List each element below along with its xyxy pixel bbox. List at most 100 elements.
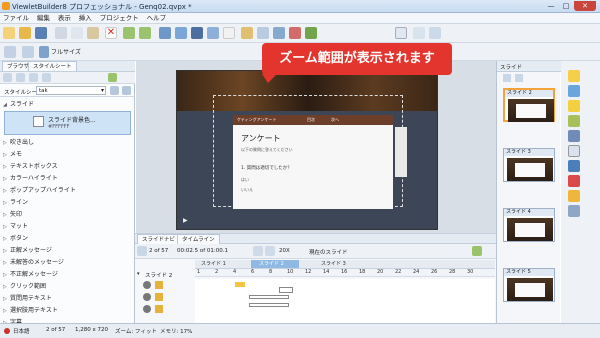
list-view-icon[interactable] — [22, 46, 34, 58]
check-icon[interactable] — [305, 27, 317, 39]
menu-view[interactable]: 表示 — [55, 13, 74, 24]
button-insert-icon[interactable] — [568, 160, 580, 172]
zoom-in-icon[interactable] — [265, 246, 275, 256]
position-label[interactable]: 現在のスライド — [309, 248, 348, 256]
timeline-settings-icon[interactable] — [472, 246, 482, 256]
zoom-level[interactable]: 20X — [279, 248, 290, 254]
menu-edit[interactable]: 編集 — [34, 13, 53, 24]
card-option[interactable]: はい — [241, 177, 249, 183]
help-icon[interactable] — [429, 27, 441, 39]
card-side-controls[interactable] — [395, 127, 407, 177]
stylesheet-edit-icon[interactable] — [110, 86, 119, 95]
timeline-tracks[interactable] — [195, 279, 495, 323]
tree-item[interactable]: ▷ 質問用テキスト — [0, 293, 130, 305]
eye-icon[interactable] — [143, 293, 151, 301]
arrow-insert-icon[interactable] — [568, 115, 580, 127]
dropdown-icon[interactable] — [413, 27, 425, 39]
lock-icon[interactable] — [155, 293, 163, 301]
tree-item[interactable]: ▷ 正解メッセージ — [0, 245, 130, 257]
slide-thumbnail[interactable]: スライド 2 — [503, 88, 555, 122]
apply-style-icon[interactable] — [42, 73, 51, 82]
menu-insert[interactable]: 挿入 — [76, 13, 95, 24]
tree-item[interactable]: ▷ 吹き出し — [0, 137, 130, 149]
thumbnail-size-icon[interactable] — [503, 74, 511, 82]
screen-capture-icon[interactable] — [191, 27, 203, 39]
media-insert-icon[interactable] — [568, 190, 580, 202]
tree-item[interactable]: ▷ カラーハイライト — [0, 173, 130, 185]
lock-icon[interactable] — [155, 305, 163, 313]
redo-icon[interactable] — [139, 27, 151, 39]
lock-icon[interactable] — [155, 281, 163, 289]
open-icon[interactable] — [19, 27, 31, 39]
image-insert-icon[interactable] — [568, 130, 580, 142]
undo-icon[interactable] — [123, 27, 135, 39]
timeline-pause-icon[interactable] — [137, 246, 147, 256]
selected-style-item[interactable]: スライド背景色... #FFFFFF — [4, 111, 131, 135]
pencil-icon[interactable] — [241, 27, 253, 39]
slide-thumbnail[interactable]: スライド 3 — [503, 148, 555, 182]
eye-icon[interactable] — [143, 305, 151, 313]
thumbnail-list-icon[interactable] — [515, 74, 523, 82]
image-icon[interactable] — [223, 27, 235, 39]
menu-file[interactable]: ファイル — [0, 13, 32, 24]
timeline-block[interactable] — [235, 282, 245, 287]
timeline-block[interactable] — [249, 295, 289, 299]
slide-thumbnail[interactable]: スライド 4 — [503, 208, 555, 242]
brush-icon[interactable] — [108, 73, 117, 82]
add-style-icon[interactable] — [3, 73, 12, 82]
card-tab-toc[interactable]: 目次 — [307, 117, 315, 123]
textbox-insert-icon[interactable] — [568, 85, 580, 97]
tree-item[interactable]: ▷ 選択肢用テキスト — [0, 305, 130, 317]
status-language[interactable]: 日本語 — [13, 327, 30, 335]
delete-style-icon[interactable] — [29, 73, 38, 82]
highlight-insert-icon[interactable] — [568, 100, 580, 112]
record-icon[interactable] — [159, 27, 171, 39]
tree-section-slide[interactable]: ◢ スライド — [0, 99, 130, 111]
card-tab-next[interactable]: 次へ — [331, 117, 339, 123]
tab-timeline[interactable]: タイムライン — [177, 234, 220, 244]
tree-item[interactable]: ▷ メモ — [0, 149, 130, 161]
close-button[interactable]: ✕ — [574, 1, 596, 11]
play-icon[interactable]: ▶ — [183, 217, 188, 224]
minimize-button[interactable]: — — [544, 1, 558, 11]
timeline-block[interactable] — [249, 303, 289, 307]
menu-help[interactable]: ヘルプ — [144, 13, 170, 24]
insert-slide-icon[interactable] — [175, 27, 187, 39]
maximize-button[interactable]: □ — [559, 1, 573, 11]
tree-item[interactable]: ▷ ポップアップハイライト — [0, 185, 130, 197]
tree-item[interactable]: ▷ 矢印 — [0, 209, 130, 221]
paste-icon[interactable] — [87, 27, 99, 39]
eye-icon[interactable] — [143, 281, 151, 289]
zoom-insert-icon[interactable] — [568, 145, 580, 157]
slide-thumbnail[interactable]: スライド 5 — [503, 268, 555, 302]
tree-item[interactable]: ▷ テキストボックス — [0, 161, 130, 173]
tree-item[interactable]: ▷ クリック範囲 — [0, 281, 130, 293]
callout-insert-icon[interactable] — [568, 70, 580, 82]
slide-stage[interactable]: ケティングアンケート 目次 次へ アンケート 以下の質問に答えてください 1. … — [176, 70, 438, 230]
tree-item[interactable]: ▷ ライン — [0, 197, 130, 209]
zoom-out-icon[interactable] — [253, 246, 263, 256]
tree-item[interactable]: ▷ 未解答のメッセージ — [0, 257, 130, 269]
copy-icon[interactable] — [71, 27, 83, 39]
preview-icon[interactable] — [273, 27, 285, 39]
question-insert-icon[interactable] — [568, 175, 580, 187]
tree-item[interactable]: ▷ 不正解メッセージ — [0, 269, 130, 281]
stylesheet-refresh-icon[interactable] — [122, 86, 131, 95]
cut-icon[interactable] — [55, 27, 67, 39]
copy-style-icon[interactable] — [16, 73, 25, 82]
stylesheet-select[interactable]: tak ▾ — [36, 86, 106, 95]
tree-item[interactable]: ▷ マット — [0, 221, 130, 233]
fullsize-label[interactable]: フルサイズ — [51, 47, 81, 56]
card-option[interactable]: いいえ — [241, 187, 253, 193]
timeline-block[interactable] — [279, 287, 293, 293]
publish-icon[interactable] — [289, 27, 301, 39]
save-icon[interactable] — [35, 27, 47, 39]
menu-project[interactable]: プロジェクト — [97, 13, 142, 24]
tab-stylesheet[interactable]: スタイルシート — [28, 61, 77, 71]
import-icon[interactable] — [207, 27, 219, 39]
delete-icon[interactable]: ✕ — [105, 27, 117, 39]
tab-slide-nav[interactable]: スライドナビ — [137, 234, 181, 244]
timeline-track-header[interactable]: ▾ スライド 2 — [137, 270, 193, 279]
help-insert-icon[interactable] — [568, 205, 580, 217]
tree-item[interactable]: ▷ ボタン — [0, 233, 130, 245]
